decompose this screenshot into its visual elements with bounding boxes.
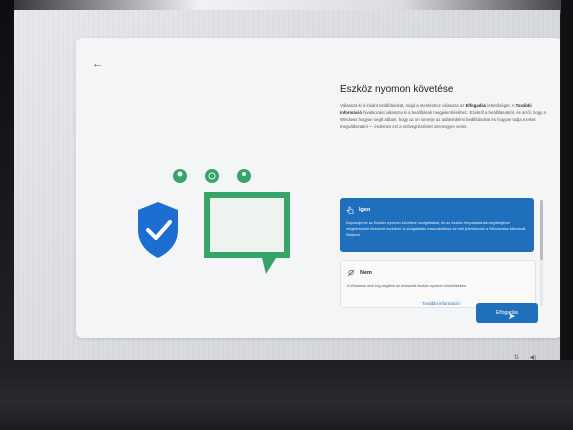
fingerprint-icon xyxy=(205,169,219,183)
option-no-label: Nem xyxy=(360,270,372,276)
option-no-description: A Windows nem fog segíteni az elveszett … xyxy=(347,284,468,288)
intro-paragraph: Válassza ki a kívánt beállításokat, majd… xyxy=(340,103,546,129)
system-tray: ⇅ ◀) xyxy=(514,346,554,360)
device-tracking-illustration xyxy=(138,169,290,274)
more-info-button[interactable]: További információ xyxy=(422,300,460,324)
accept-button[interactable]: Elfogadás xyxy=(476,303,538,323)
option-yes-label: Igen xyxy=(359,207,371,213)
options-scrollbar[interactable] xyxy=(540,200,543,306)
content-pane: Eszköz nyomon követése Válassza ki a kív… xyxy=(340,84,550,130)
page-title: Eszköz nyomon követése xyxy=(340,84,454,95)
hand-pointer-icon xyxy=(346,206,354,214)
mouse-cursor-icon: ➤ xyxy=(508,311,516,321)
location-off-icon xyxy=(347,269,355,277)
monitor-bottom-bezel xyxy=(0,360,573,430)
panel-screen xyxy=(210,198,284,252)
scrollbar-thumb[interactable] xyxy=(540,200,543,260)
oobe-window: ← Eszköz nyomon követése Válassza ki a k… xyxy=(76,38,560,338)
back-arrow-icon[interactable]: ← xyxy=(92,58,106,70)
bubble-tail xyxy=(262,258,276,274)
option-yes[interactable]: Igen Kapcsolja be az Eszköz nyomon követ… xyxy=(340,198,534,252)
screen: ← Eszköz nyomon követése Válassza ki a k… xyxy=(14,10,560,360)
option-yes-description: Kapcsolja be az Eszköz nyomon követése s… xyxy=(346,221,527,237)
shield-check-icon xyxy=(138,202,178,258)
